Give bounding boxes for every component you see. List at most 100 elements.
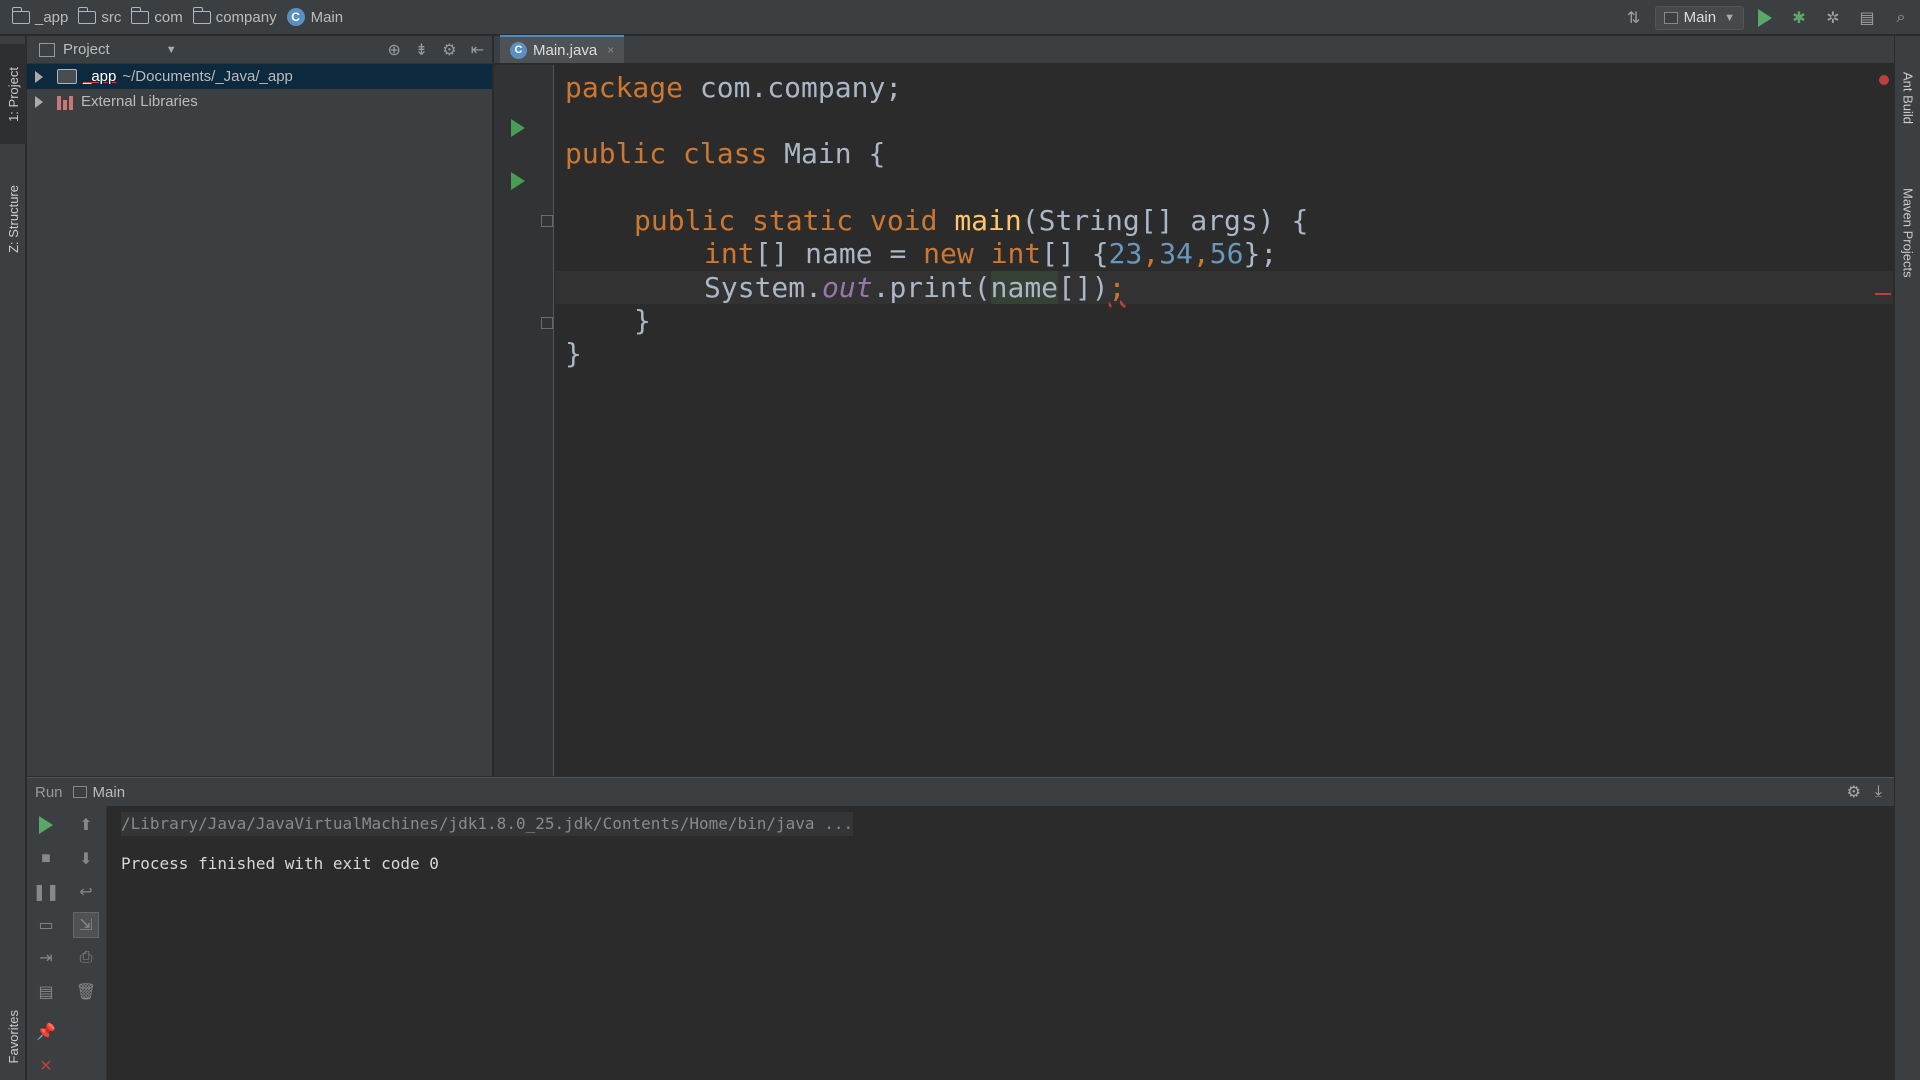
run-config-label: Main [92, 783, 126, 801]
fold-icon[interactable] [541, 317, 553, 329]
run-tool-window: Run Main ⚙ ⤓ ⬆ ■ ⬇ ❚❚ ↩ ▭ ⇲ ⇥ ⎙ ▤ 🗑 📌 ✕ … [27, 777, 1894, 1080]
debug-button[interactable]: ✱ [1786, 5, 1812, 31]
left-tool-strip: 1: Project Z: Structure Favorites [0, 36, 26, 1080]
layout-icon[interactable]: ▤ [33, 979, 59, 1005]
code-line: public class Main { [565, 137, 886, 170]
breadcrumb-item-company[interactable]: company [192, 6, 277, 26]
tab-maven-projects[interactable]: Maven Projects [1895, 168, 1920, 298]
breadcrumb-label: company [215, 8, 277, 26]
hide-panel-icon[interactable]: ⤓ [1875, 783, 1882, 801]
play-icon [39, 816, 53, 834]
pin-icon[interactable]: 📌 [33, 1019, 59, 1045]
stop-button[interactable]: ■ [33, 846, 59, 872]
tab-maven-projects-label: Maven Projects [1900, 188, 1916, 278]
rerun-button[interactable] [33, 812, 59, 838]
close-icon[interactable]: ✕ [33, 1053, 59, 1079]
dump-threads-icon[interactable]: ▭ [33, 912, 59, 938]
breadcrumb-label: Main [310, 8, 344, 26]
gear-icon[interactable]: ⚙ [1847, 782, 1861, 802]
folder-icon [192, 6, 211, 24]
tab-ant-build-label: Ant Build [1900, 71, 1916, 125]
vcs-update-icon[interactable]: ⇅ [1621, 5, 1647, 31]
breadcrumb-label: _app [35, 8, 69, 26]
breadcrumb-item-app[interactable]: _app [12, 6, 69, 26]
collapse-all-icon[interactable]: ⇟ [415, 40, 428, 60]
arrow-down-icon[interactable]: ⬇ [73, 846, 99, 872]
folder-icon [131, 6, 150, 24]
editor-tab-bar: C Main.java × [494, 35, 1894, 64]
trash-icon[interactable]: 🗑 [73, 979, 99, 1005]
breadcrumb: _app src com company C Main [0, 0, 353, 34]
pause-button[interactable]: ❚❚ [33, 879, 60, 905]
main-toolbar: ⇅ Main ▼ ✱ ✲ ▤ ⌕ [1613, 0, 1920, 35]
run-class-icon[interactable] [511, 119, 525, 137]
expand-arrow-icon[interactable] [35, 95, 43, 108]
application-icon [72, 786, 87, 798]
project-view-label: Project [63, 41, 110, 58]
tree-item-app[interactable]: _app ~/Documents/_Java/_app [27, 64, 492, 89]
tree-item-name: External Libraries [81, 93, 198, 110]
tab-main-java[interactable]: C Main.java × [500, 35, 625, 63]
soft-wrap-icon[interactable]: ↩ [73, 879, 99, 905]
tree-item-name: _app [83, 68, 117, 85]
tab-favorites-label: Favorites [5, 1010, 21, 1064]
run-title: Run [35, 783, 63, 801]
expand-arrow-icon[interactable] [35, 70, 43, 83]
run-configuration-label: Main [1683, 9, 1717, 26]
tree-item-external-libraries[interactable]: External Libraries [27, 89, 492, 114]
gear-icon[interactable]: ⚙ [442, 40, 456, 60]
login-icon[interactable]: ⇥ [33, 945, 59, 971]
tab-structure[interactable]: Z: Structure [0, 164, 26, 274]
run-main-icon[interactable] [511, 172, 525, 190]
breadcrumb-item-src[interactable]: src [78, 6, 122, 26]
tab-project[interactable]: 1: Project [0, 44, 26, 144]
tab-project-label: 1: Project [5, 66, 21, 122]
code-editor[interactable]: package com.company; public class Main {… [555, 65, 1893, 776]
breadcrumb-item-main[interactable]: C Main [286, 8, 344, 26]
arrow-up-icon[interactable]: ⬆ [73, 812, 99, 838]
error-indicator-icon[interactable] [1879, 75, 1889, 85]
navigation-bar: _app src com company C Main ⇅ Main ▼ ✱ ✲… [0, 0, 1920, 35]
hide-panel-icon[interactable]: ⇤ [471, 40, 484, 60]
code-line: } [565, 337, 582, 370]
coverage-button[interactable]: ✲ [1820, 5, 1846, 31]
run-toolbar: ⬆ ■ ⬇ ❚❚ ↩ ▭ ⇲ ⇥ ⎙ ▤ 🗑 📌 ✕ [27, 806, 107, 1080]
breadcrumb-item-com[interactable]: com [131, 6, 183, 26]
folder-icon [12, 6, 30, 24]
chevron-down-icon: ▼ [165, 43, 177, 56]
class-icon: C [510, 41, 527, 59]
editor-gutter [494, 65, 554, 776]
code-line: } [634, 304, 651, 337]
project-panel: Project ▼ ⊕ ⇟ ⚙ ⇤ _app ~/Documents/_Java… [27, 36, 493, 776]
locate-icon[interactable]: ⊕ [387, 40, 400, 60]
print-icon[interactable]: ⎙ [73, 945, 99, 971]
search-icon[interactable]: ⌕ [1888, 5, 1914, 31]
project-icon [39, 42, 55, 57]
project-view-selector[interactable]: Project ▼ ⊕ ⇟ ⚙ ⇤ [27, 36, 492, 64]
project-tools: ⊕ ⇟ ⚙ ⇤ [373, 36, 484, 64]
module-folder-icon [57, 69, 77, 84]
code-line: package com.company; [565, 71, 903, 104]
fold-icon[interactable] [541, 215, 553, 227]
console-output[interactable]: /Library/Java/JavaVirtualMachines/jdk1.8… [121, 812, 854, 876]
run-header: Run Main ⚙ ⤓ [27, 778, 1894, 806]
console-exit-message: Process finished with exit code 0 [121, 854, 439, 873]
run-header-tools: ⚙ ⤓ [1833, 782, 1882, 802]
run-configuration-select[interactable]: Main ▼ [1654, 5, 1744, 30]
application-icon [1663, 11, 1678, 24]
breadcrumb-label: src [101, 8, 122, 26]
scroll-to-end-icon[interactable]: ⇲ [73, 912, 99, 938]
tab-favorites[interactable]: Favorites [0, 994, 26, 1080]
close-icon[interactable]: × [607, 43, 614, 57]
run-config-tab[interactable]: Main [72, 783, 126, 801]
libraries-icon [57, 94, 75, 110]
tab-ant-build[interactable]: Ant Build [1895, 48, 1920, 148]
code-line: System.out.print(name[]); [704, 271, 1126, 304]
project-structure-button[interactable]: ▤ [1854, 5, 1880, 31]
run-button[interactable] [1752, 5, 1778, 31]
right-tool-strip: Ant Build Maven Projects [1894, 36, 1920, 1080]
code-line: int[] name = new int[] {23,34,56}; [704, 237, 1278, 270]
folder-icon [78, 6, 97, 24]
error-stripe-marker[interactable] [1875, 293, 1891, 295]
class-icon: C [286, 8, 305, 26]
